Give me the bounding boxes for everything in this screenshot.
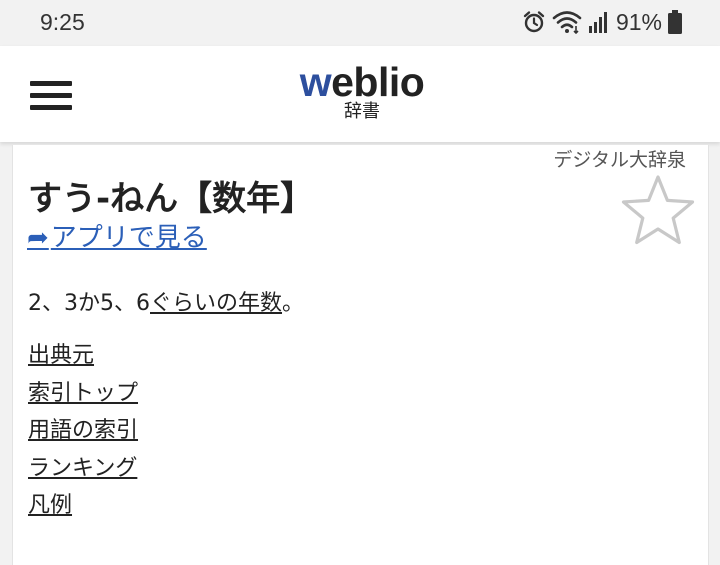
- battery-percent: 91%: [615, 8, 662, 35]
- open-in-app-label: アプリで見る: [50, 223, 207, 253]
- dictionary-source-label: デジタル大辞泉: [553, 149, 686, 171]
- hamburger-menu-icon[interactable]: [30, 81, 72, 111]
- link-source[interactable]: 出典元: [28, 341, 138, 379]
- link-term-index[interactable]: 用語の索引: [28, 416, 138, 454]
- logo-subtitle: 辞書: [344, 101, 380, 122]
- app-header: weblio 辞書: [0, 46, 720, 142]
- status-bar: 9:25 91%: [0, 0, 720, 46]
- open-in-app-link[interactable]: ➦アプリで見る: [27, 217, 207, 254]
- signal-icon: [588, 11, 608, 33]
- logo-wordmark: weblio: [299, 59, 425, 105]
- link-ranking[interactable]: ランキング: [28, 454, 138, 492]
- battery-icon: [668, 10, 682, 34]
- link-index-top[interactable]: 索引トップ: [28, 379, 138, 417]
- definition-text: 2、3か5、6ぐらいの年数。: [28, 291, 305, 316]
- status-icons: 91%: [522, 8, 682, 36]
- share-arrow-icon: ➦: [27, 223, 49, 253]
- weblio-logo[interactable]: weblio 辞書: [292, 60, 432, 122]
- wifi-icon: [552, 10, 582, 34]
- status-time: 9:25: [40, 9, 85, 35]
- alarm-icon: [522, 10, 546, 34]
- link-legend[interactable]: 凡例: [28, 491, 138, 529]
- definition-inline-link[interactable]: ぐらいの年数: [150, 291, 282, 316]
- entry-footer-links: 出典元 索引トップ 用語の索引 ランキング 凡例: [28, 341, 138, 529]
- entry-card: デジタル大辞泉 すう‐ねん【数年】 ➦アプリで見る 2、3か5、6ぐらいの年数。…: [12, 145, 709, 565]
- headword-title: すう‐ねん【数年】: [28, 179, 315, 219]
- favorite-star-icon[interactable]: [619, 173, 697, 249]
